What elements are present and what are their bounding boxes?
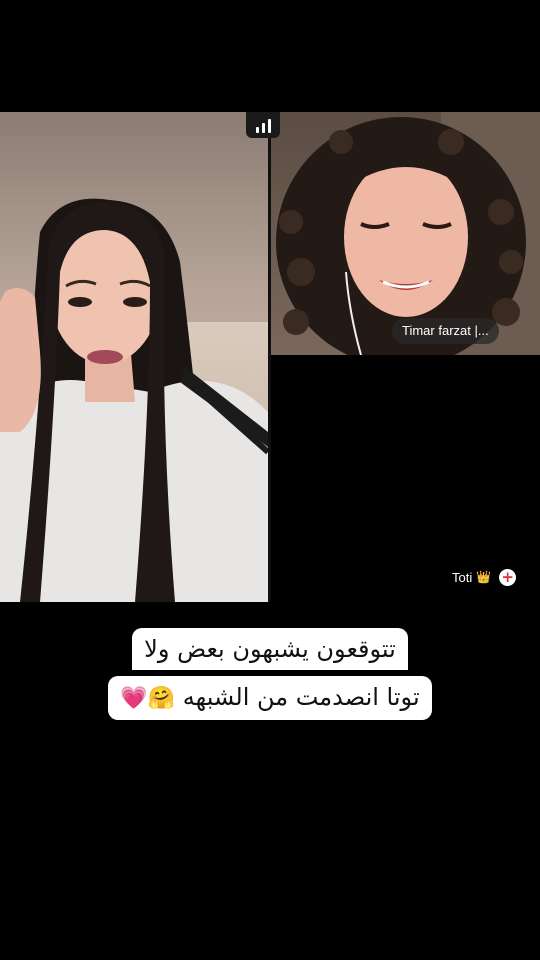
left-video-feed bbox=[0, 112, 268, 602]
caption-emojis: 🤗💗 bbox=[120, 686, 176, 711]
guest-name: Toti bbox=[452, 569, 473, 585]
plus-circle-icon[interactable]: + bbox=[499, 568, 517, 586]
signal-bars-icon bbox=[246, 112, 280, 138]
caption-box-2: توتا انصدمت من الشبهه 🤗💗 bbox=[108, 676, 432, 720]
caption-text-1: تتوقعون يشبهون بعض ولا bbox=[132, 628, 408, 670]
empty-feed-area bbox=[271, 355, 540, 602]
caption-line-2: توتا انصدمت من الشبهه 🤗💗 bbox=[0, 676, 540, 720]
right-guest-name-tag[interactable]: Timar farzat |... bbox=[392, 318, 499, 344]
guest-label: Toti 👑 + bbox=[452, 566, 517, 588]
caption-line-1: تتوقعون يشبهون بعض ولا bbox=[0, 628, 540, 670]
crown-icon: 👑 bbox=[476, 570, 492, 584]
caption-text-2: توتا انصدمت من الشبهه bbox=[182, 683, 420, 711]
left-streamer-image bbox=[0, 198, 268, 602]
